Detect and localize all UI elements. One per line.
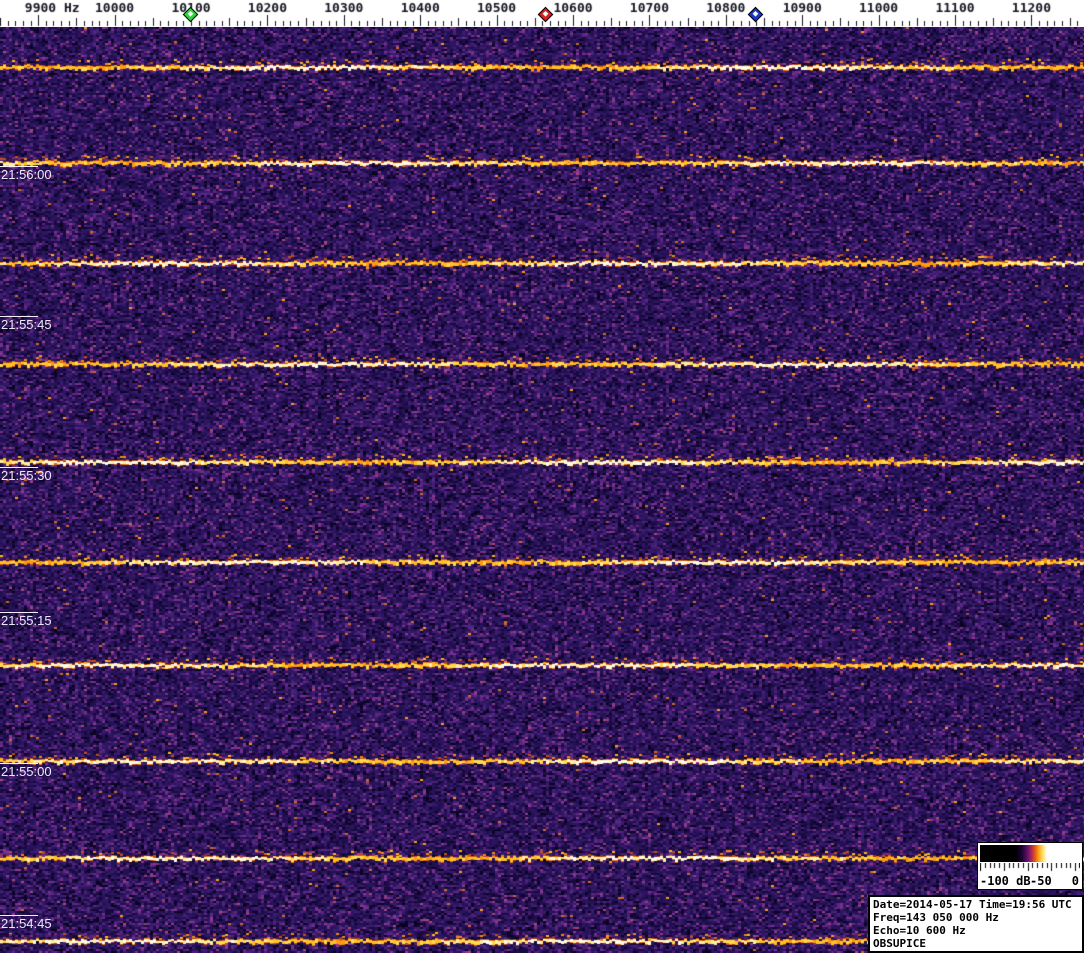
colorbar-min-label: -100 dB [980,874,1031,888]
info-echo: Echo=10 600 Hz [873,924,966,937]
status-info-box: Date=2014-05-17 Time=19:56 UTC Freq=143 … [868,895,1084,953]
colorbar-mid-label: -50 [1030,874,1052,888]
colorbar-max-label: 0 [1071,874,1079,888]
time-label: 21:55:45 [1,317,52,332]
time-label: 21:55:30 [1,468,52,483]
amplitude-scale-ticks [980,863,1080,872]
waterfall-canvas[interactable] [0,27,1084,953]
time-label: 21:54:45 [1,916,52,931]
info-date-time: Date=2014-05-17 Time=19:56 UTC [873,898,1072,911]
time-label: 21:55:00 [1,764,52,779]
time-label: 21:56:00 [1,167,52,182]
amplitude-colorbar: -100 dB -50 0 [977,842,1083,890]
amplitude-gradient-bar[interactable] [980,845,1080,862]
waterfall-area[interactable]: 21:56:00 21:55:45 21:55:30 21:55:15 21:55:00… [0,27,1084,953]
waterfall-app-window: 21:56:00 21:55:45 21:55:30 21:55:15 21:55:00… [0,0,1084,953]
info-frequency: Freq=143 050 000 Hz [873,911,999,924]
frequency-axis[interactable] [0,0,1084,27]
red-marker-diamond-core [542,10,549,17]
blue-marker-diamond-core [752,10,759,17]
green-marker-diamond-core [187,10,194,17]
info-station: OBSUPICE [873,937,926,950]
time-label: 21:55:15 [1,613,52,628]
